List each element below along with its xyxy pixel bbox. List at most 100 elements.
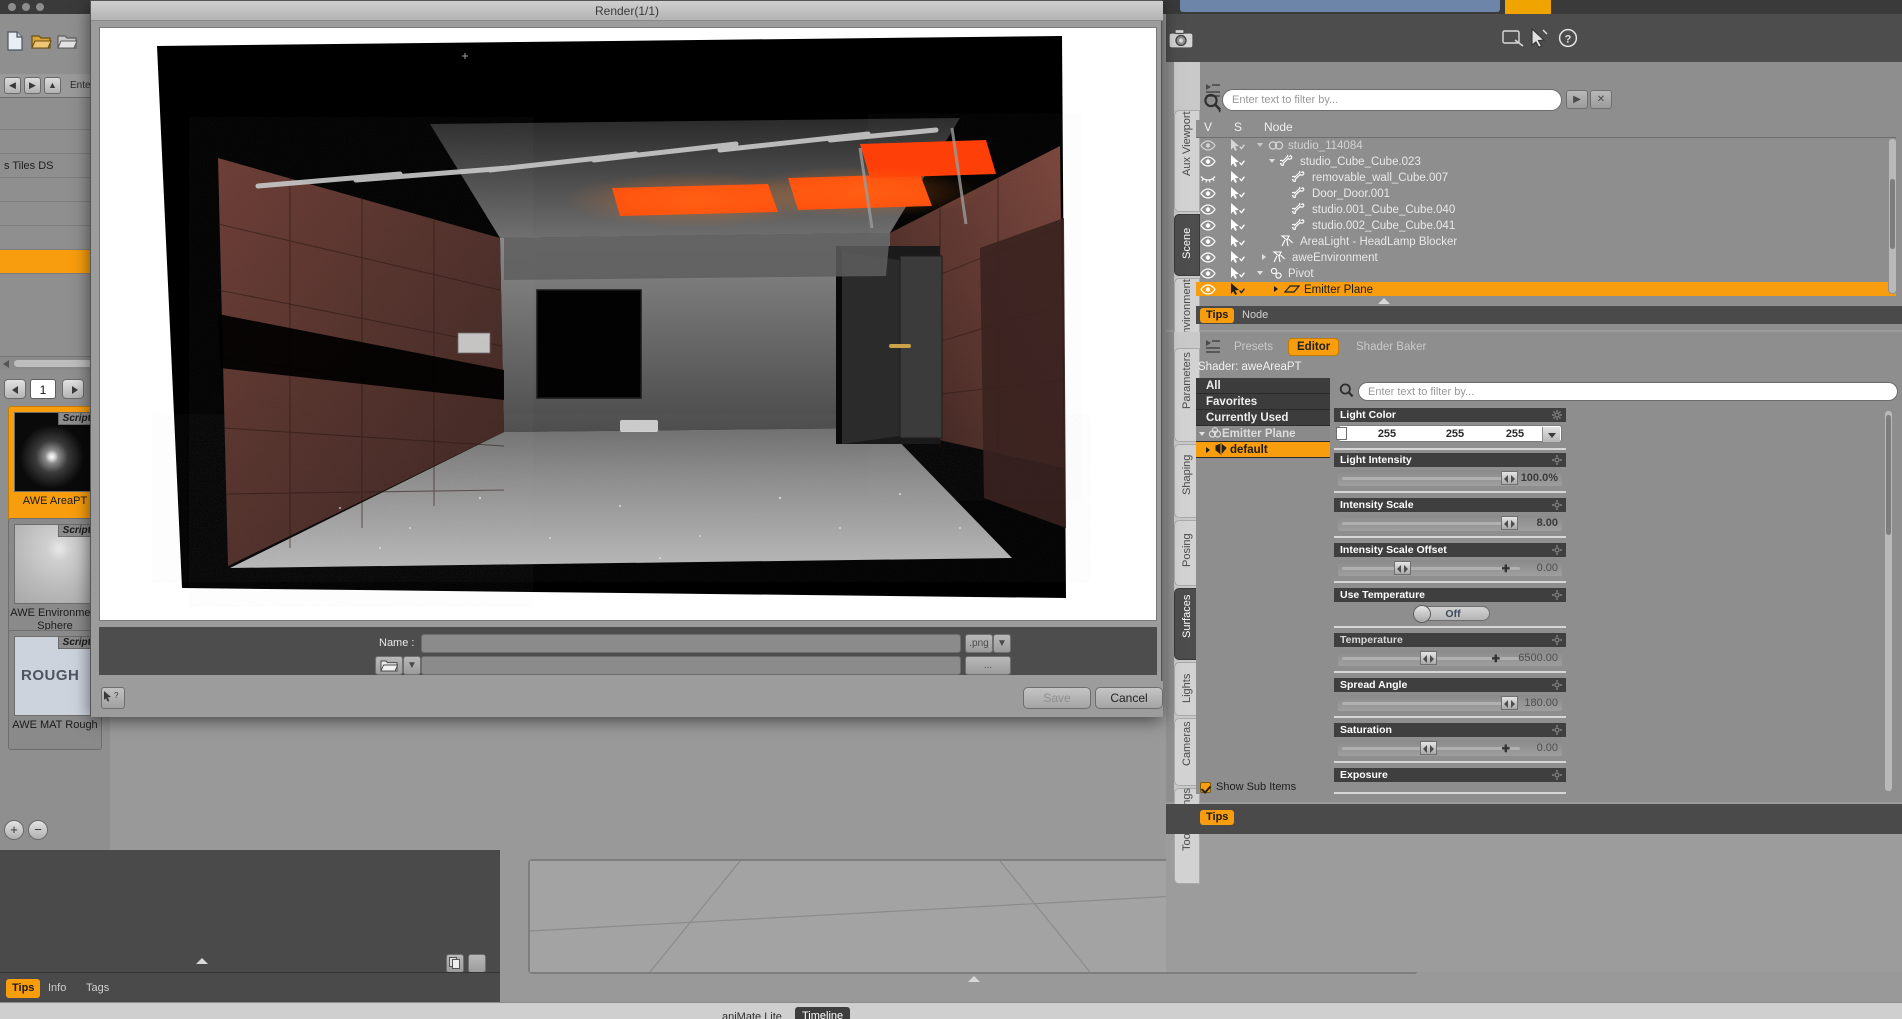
light-color-g[interactable]: 255 xyxy=(1427,427,1483,442)
show-sub-items-row[interactable]: Show Sub Items xyxy=(1196,780,1330,796)
property-value[interactable]: 6500.00 xyxy=(1518,651,1558,665)
pane-collapse-arrow[interactable] xyxy=(196,958,208,964)
scrollbar-thumb[interactable] xyxy=(14,360,96,367)
property-value[interactable]: 0.00 xyxy=(1537,741,1558,755)
scene-filter-field[interactable]: Enter text to filter by... xyxy=(1222,89,1562,111)
expander-icon[interactable] xyxy=(1269,159,1275,163)
select-arrow-icon[interactable] xyxy=(1230,267,1246,281)
select-arrow-icon[interactable] xyxy=(1230,203,1246,217)
nav-forward-button[interactable]: ▶ xyxy=(24,77,41,94)
gear-icon[interactable] xyxy=(1552,545,1562,555)
light-intensity-slider[interactable]: 100.0% xyxy=(1338,470,1562,486)
scene-tree[interactable]: studio_114084 studio_Cube_Cube.023 remov… xyxy=(1196,138,1896,296)
surfaces-search-icon[interactable] xyxy=(1338,382,1356,400)
tab-tips[interactable]: Tips xyxy=(6,979,41,998)
search-icon[interactable] xyxy=(1202,92,1224,114)
tab-tips[interactable]: Tips xyxy=(1200,810,1235,825)
filename-input[interactable] xyxy=(421,634,961,653)
scene-node-row-selected[interactable]: Emitter Plane xyxy=(1196,282,1896,296)
copy-pane-button[interactable] xyxy=(446,954,464,973)
color-picker-button[interactable] xyxy=(1542,427,1560,442)
asset-thumbnail-awe-environment-sphere[interactable]: Script AWE Environment Sphere xyxy=(8,518,102,638)
gear-icon[interactable] xyxy=(1552,455,1562,465)
vtab-tool-settings[interactable]: Tool Settings xyxy=(1174,788,1200,884)
show-sub-items-checkbox[interactable] xyxy=(1200,782,1211,793)
expander-icon[interactable] xyxy=(1274,286,1278,292)
nav-back-button[interactable]: ◀ xyxy=(4,77,21,94)
light-color-field[interactable]: 255 255 255 xyxy=(1338,425,1562,442)
property-intensity-scale-offset[interactable]: Intensity Scale Offset ✚ 0.00 xyxy=(1334,543,1566,583)
gear-icon[interactable] xyxy=(1552,410,1562,420)
browse-folder-button[interactable] xyxy=(375,656,403,675)
surface-category-list[interactable]: All Favorites Currently Used Emitter Pla… xyxy=(1196,378,1330,794)
select-arrow-icon[interactable] xyxy=(1230,155,1246,169)
file-format-select[interactable]: .png xyxy=(965,634,993,653)
scene-node-row[interactable]: Door_Door.001 xyxy=(1196,186,1896,202)
help-cursor-button[interactable]: ? xyxy=(101,687,125,709)
eye-closed-icon[interactable] xyxy=(1200,171,1216,185)
render-image-canvas[interactable] xyxy=(99,27,1157,621)
scrollbar-thumb[interactable] xyxy=(1886,415,1891,535)
expander-icon[interactable] xyxy=(1257,271,1263,275)
saturation-slider[interactable]: ✚ 0.00 xyxy=(1338,740,1562,756)
page-number[interactable]: 1 xyxy=(30,379,56,399)
file-format-dropdown-arrow[interactable]: ▼ xyxy=(993,634,1011,653)
category-all[interactable]: All xyxy=(1196,378,1330,394)
browse-ellipsis-button[interactable]: ... xyxy=(965,656,1011,675)
eye-open-icon[interactable] xyxy=(1200,219,1216,233)
scroll-left-icon[interactable] xyxy=(3,360,9,368)
tab-tags[interactable]: Tags xyxy=(80,979,115,998)
toggle-knob[interactable] xyxy=(1413,605,1431,623)
expander-icon[interactable] xyxy=(1257,143,1263,147)
save-folder-icon[interactable] xyxy=(56,30,78,52)
cancel-button[interactable]: Cancel xyxy=(1095,687,1163,709)
expand-pane-button[interactable] xyxy=(468,954,486,973)
gear-icon[interactable] xyxy=(1552,680,1562,690)
scene-node-row[interactable]: studio.002_Cube_Cube.041 xyxy=(1196,218,1896,234)
expander-icon[interactable] xyxy=(1199,432,1205,436)
property-exposure[interactable]: Exposure xyxy=(1334,768,1566,794)
gear-icon[interactable] xyxy=(1552,500,1562,510)
remove-button[interactable]: − xyxy=(28,820,48,840)
eye-open-icon[interactable] xyxy=(1200,251,1216,265)
temperature-slider[interactable]: ✚ 6500.00 xyxy=(1338,650,1562,666)
scene-node-row[interactable]: studio.001_Cube_Cube.040 xyxy=(1196,202,1896,218)
surfaces-panel-menu-icon[interactable] xyxy=(1202,336,1224,358)
gear-icon[interactable] xyxy=(1552,590,1562,600)
tab-shader-baker[interactable]: Shader Baker xyxy=(1348,338,1434,356)
eye-open-icon[interactable] xyxy=(1200,155,1216,169)
tab-presets[interactable]: Presets xyxy=(1226,338,1281,356)
gear-icon[interactable] xyxy=(1552,725,1562,735)
category-favorites[interactable]: Favorites xyxy=(1196,394,1330,410)
category-default-selected[interactable]: default xyxy=(1196,442,1330,458)
property-spread-angle[interactable]: Spread Angle 180.00 xyxy=(1334,678,1566,718)
select-arrow-icon[interactable] xyxy=(1230,187,1246,201)
slider-knob[interactable] xyxy=(1420,651,1437,665)
scene-tree-scrollbar[interactable] xyxy=(1888,138,1897,294)
property-list-scrollbar[interactable] xyxy=(1884,410,1893,792)
animate-lite-label[interactable]: aniMate Lite xyxy=(722,1011,782,1019)
page-prev-button[interactable] xyxy=(4,379,26,399)
eye-open-icon[interactable] xyxy=(1200,187,1216,201)
surface-property-list[interactable]: Light Color 255 255 255 Light Intensity xyxy=(1334,408,1894,794)
eye-open-icon[interactable] xyxy=(1200,283,1216,296)
gear-icon[interactable] xyxy=(1552,770,1562,780)
eye-open-icon[interactable] xyxy=(1200,203,1216,217)
scrollbar-thumb[interactable] xyxy=(1890,179,1895,249)
spread-angle-slider[interactable]: 180.00 xyxy=(1338,695,1562,711)
category-group-emitter-plane[interactable]: Emitter Plane xyxy=(1196,426,1330,442)
select-arrow-icon[interactable] xyxy=(1230,235,1246,249)
property-light-intensity[interactable]: Light Intensity 100.0% xyxy=(1334,453,1566,493)
tab-node[interactable]: Node xyxy=(1236,308,1274,323)
property-value[interactable]: 180.00 xyxy=(1524,696,1558,710)
intensity-scale-offset-slider[interactable]: ✚ 0.00 xyxy=(1338,560,1562,576)
color-swatch[interactable] xyxy=(1336,427,1347,440)
filepath-input[interactable] xyxy=(421,656,961,675)
scene-node-row[interactable]: AreaLight - HeadLamp Blocker xyxy=(1196,234,1896,250)
light-color-b[interactable]: 255 xyxy=(1487,427,1543,442)
tab-tips[interactable]: Tips xyxy=(1200,308,1235,323)
property-saturation[interactable]: Saturation ✚ 0.00 xyxy=(1334,723,1566,763)
add-button[interactable]: + xyxy=(4,820,24,840)
select-arrow-icon[interactable] xyxy=(1230,171,1246,185)
help-icon[interactable]: ? xyxy=(1558,28,1580,50)
